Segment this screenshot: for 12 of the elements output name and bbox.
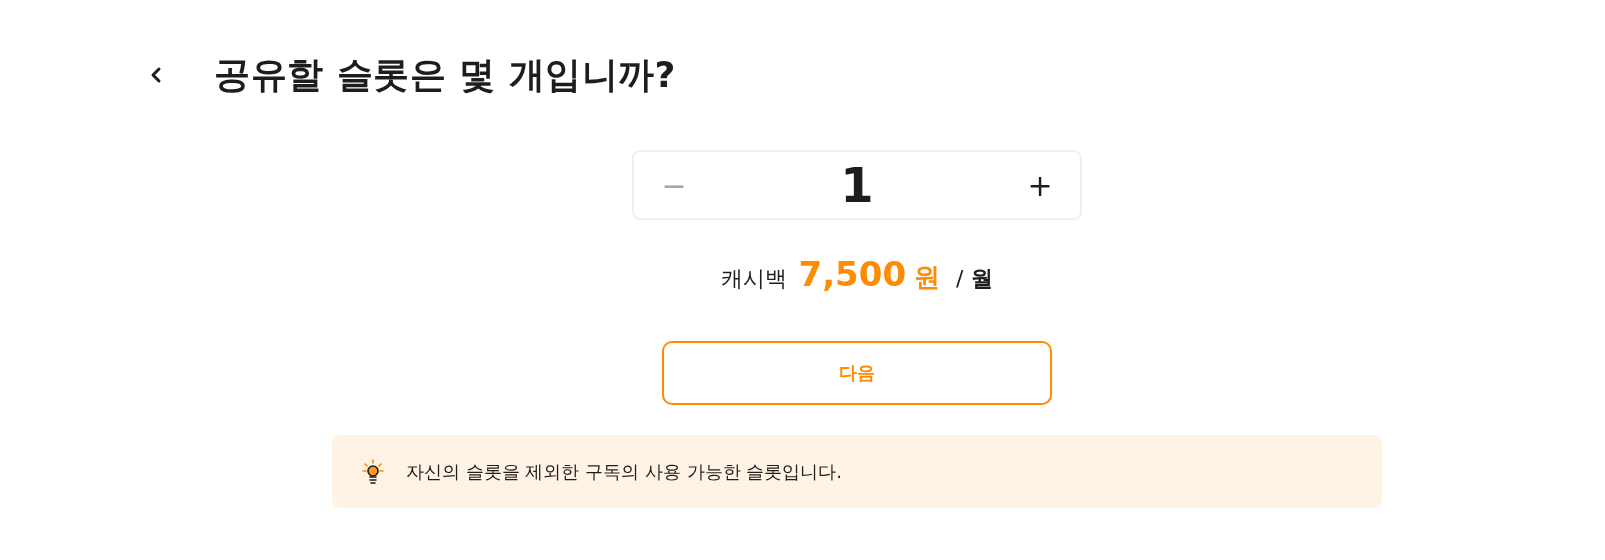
page-title: 공유할 슬롯은 몇 개입니까? [214, 52, 676, 97]
period-label: 월 [971, 265, 994, 293]
tip-text: 자신의 슬롯을 제외한 구독의 사용 가능한 슬롯입니다. [406, 459, 843, 484]
next-button[interactable]: 다음 [662, 341, 1052, 405]
back-icon [150, 66, 162, 84]
increase-button[interactable]: + [1020, 166, 1060, 204]
quantity-value: 1 [840, 157, 874, 213]
lightbulb-icon [362, 458, 384, 485]
cashback-amount: 7,500 [798, 254, 907, 294]
separator: / [956, 266, 964, 291]
cashback-label: 캐시백 [720, 265, 787, 293]
currency-unit: 원 [914, 261, 941, 294]
